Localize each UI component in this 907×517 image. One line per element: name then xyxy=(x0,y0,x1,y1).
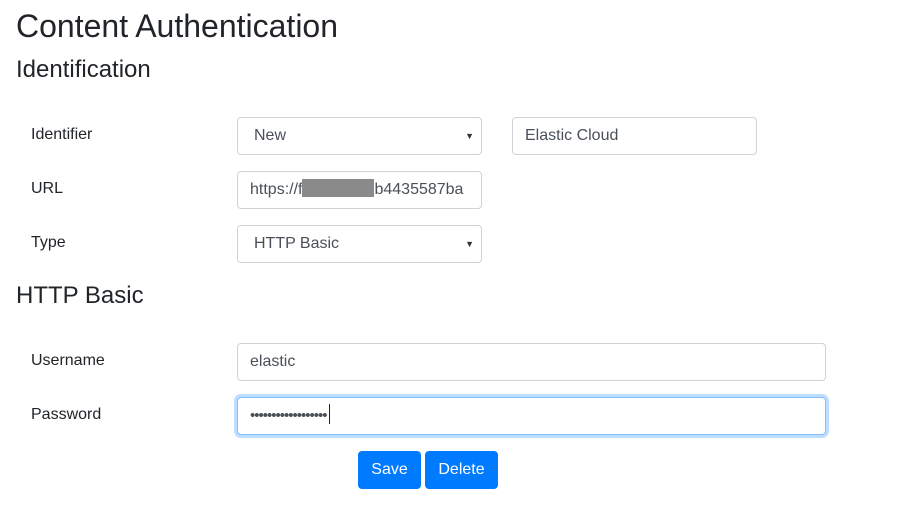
type-select-value: HTTP Basic xyxy=(254,235,340,252)
url-input[interactable]: https://f b4435587ba xyxy=(237,171,482,209)
url-label: URL xyxy=(31,180,64,197)
identifier-select-value: New xyxy=(254,127,287,144)
identifier-name-value: Elastic Cloud xyxy=(525,127,619,144)
password-input[interactable]: •••••••••••••••••• xyxy=(237,397,826,435)
username-value: elastic xyxy=(250,353,296,370)
identifier-name-input[interactable]: Elastic Cloud xyxy=(512,117,757,155)
content-authentication-page: Content Authentication Identification Id… xyxy=(0,0,907,517)
text-cursor xyxy=(328,404,330,425)
http-basic-heading: HTTP Basic xyxy=(16,282,144,309)
redaction-block xyxy=(302,179,375,198)
chevron-down-icon: ▼ xyxy=(465,131,474,141)
identifier-label: Identifier xyxy=(31,126,93,143)
delete-button[interactable]: Delete xyxy=(425,451,498,489)
type-label: Type xyxy=(31,234,66,251)
url-value-prefix: https://f xyxy=(250,181,303,198)
page-title: Content Authentication xyxy=(16,8,339,44)
identification-heading: Identification xyxy=(16,56,151,83)
save-button[interactable]: Save xyxy=(358,451,421,489)
type-select[interactable]: HTTP Basic ▼ xyxy=(237,225,482,263)
password-masked-value: •••••••••••••••••• xyxy=(250,407,328,424)
username-label: Username xyxy=(31,352,105,369)
identifier-select[interactable]: New ▼ xyxy=(237,117,482,155)
url-value-suffix: b4435587ba xyxy=(374,181,464,198)
chevron-down-icon: ▼ xyxy=(465,239,474,249)
password-label: Password xyxy=(31,406,102,423)
username-input[interactable]: elastic xyxy=(237,343,826,381)
